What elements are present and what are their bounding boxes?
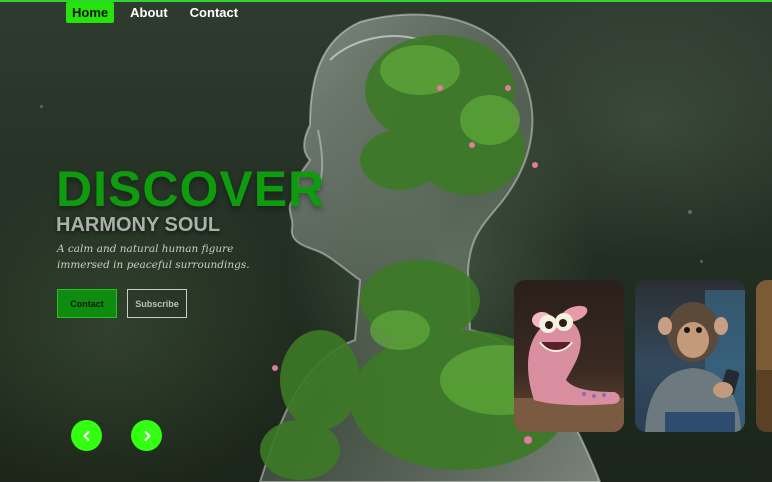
carousel-card-chimpanzee[interactable]: [635, 280, 745, 432]
nav-contact[interactable]: Contact: [184, 2, 244, 23]
bokeh-dot: [688, 210, 692, 214]
hero-description: A calm and natural human figure immersed…: [57, 243, 250, 271]
carousel-next-button[interactable]: [131, 420, 162, 451]
carousel-card-partial[interactable]: [756, 280, 772, 432]
contact-button[interactable]: Contact: [57, 289, 117, 318]
subscribe-button[interactable]: Subscribe: [127, 289, 187, 318]
chevron-left-icon: [83, 430, 89, 441]
pink-worm-creature-image: [514, 305, 624, 432]
main-nav: Home About Contact: [66, 2, 244, 23]
hero-subtitle: HARMONY SOUL: [56, 214, 221, 236]
chevron-right-icon: [144, 430, 150, 441]
nav-home[interactable]: Home: [66, 2, 115, 23]
hero-title: DISCOVER: [56, 161, 326, 217]
partial-card-image: [756, 280, 772, 432]
chimpanzee-with-phone-image: [645, 290, 745, 432]
bokeh-dot: [40, 105, 43, 108]
nav-about[interactable]: About: [124, 2, 174, 23]
bokeh-dot: [700, 260, 703, 263]
carousel-prev-button[interactable]: [71, 420, 102, 451]
carousel-card-worm[interactable]: [514, 280, 624, 432]
